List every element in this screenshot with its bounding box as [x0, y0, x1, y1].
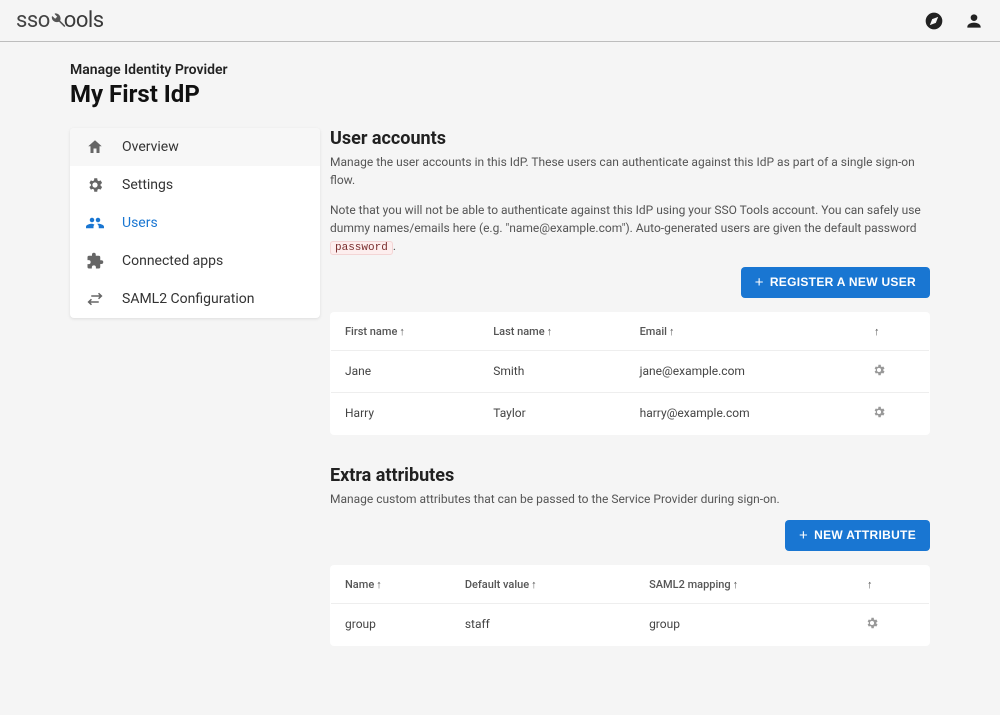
cell-first-name: Harry: [331, 392, 480, 434]
cell-email: jane@example.com: [626, 350, 858, 392]
sidebar-item-label: Settings: [122, 177, 173, 193]
attrs-desc: Manage custom attributes that can be pas…: [330, 490, 930, 508]
users-desc: Manage the user accounts in this IdP. Th…: [330, 153, 930, 189]
topbar: sso ools: [0, 0, 1000, 42]
sidebar: Overview Settings Users Connected apps: [70, 128, 320, 318]
new-attribute-label: NEW ATTRIBUTE: [814, 528, 916, 542]
table-row: group staff group: [331, 603, 930, 645]
col-actions: ↑: [851, 565, 929, 603]
attributes-section: Extra attributes Manage custom attribute…: [330, 465, 930, 646]
page-header: Manage Identity Provider My First IdP: [70, 62, 930, 128]
row-settings-button[interactable]: [851, 603, 929, 645]
register-user-label: REGISTER A NEW USER: [770, 275, 916, 289]
cell-last-name: Taylor: [479, 392, 625, 434]
col-email[interactable]: Email↑: [626, 312, 858, 350]
sidebar-item-saml2[interactable]: SAML2 Configuration: [70, 280, 320, 318]
col-attr-default[interactable]: Default value↑: [451, 565, 635, 603]
logo-text-2: ools: [64, 8, 104, 33]
wrench-icon: [48, 11, 66, 29]
cell-attr-mapping: group: [635, 603, 851, 645]
attributes-table: Name↑ Default value↑ SAML2 mapping↑ ↑ gr…: [330, 565, 930, 646]
users-section: User accounts Manage the user accounts i…: [330, 128, 930, 435]
sort-up-icon: ↑: [733, 578, 739, 591]
sort-up-icon: ↑: [669, 325, 675, 338]
table-row: Jane Smith jane@example.com: [331, 350, 930, 392]
register-user-button[interactable]: + REGISTER A NEW USER: [741, 267, 930, 298]
cell-last-name: Smith: [479, 350, 625, 392]
home-icon: [86, 138, 104, 156]
users-table: First name↑ Last name↑ Email↑ ↑ Jane Smi…: [330, 312, 930, 435]
sidebar-item-label: Users: [122, 215, 158, 231]
main-content: User accounts Manage the user accounts i…: [330, 128, 930, 676]
col-actions: ↑: [858, 312, 930, 350]
sidebar-item-label: Overview: [122, 139, 179, 155]
sidebar-item-connected-apps[interactable]: Connected apps: [70, 242, 320, 280]
logo[interactable]: sso ools: [16, 8, 104, 33]
page-title: My First IdP: [70, 80, 930, 108]
account-icon[interactable]: [964, 11, 984, 31]
page-subtitle: Manage Identity Provider: [70, 62, 930, 78]
new-attribute-button[interactable]: + NEW ATTRIBUTE: [785, 520, 930, 551]
sort-up-icon: ↑: [531, 578, 537, 591]
cell-attr-default: staff: [451, 603, 635, 645]
password-code: password: [330, 241, 393, 255]
sort-up-icon: ↑: [874, 325, 880, 338]
sort-up-icon: ↑: [867, 578, 873, 591]
logo-text-1: sso: [16, 8, 50, 33]
sidebar-item-settings[interactable]: Settings: [70, 166, 320, 204]
col-last-name[interactable]: Last name↑: [479, 312, 625, 350]
row-settings-button[interactable]: [858, 392, 930, 434]
col-attr-mapping[interactable]: SAML2 mapping↑: [635, 565, 851, 603]
col-first-name[interactable]: First name↑: [331, 312, 480, 350]
sort-up-icon: ↑: [376, 578, 382, 591]
sidebar-item-label: Connected apps: [122, 253, 223, 269]
sidebar-item-users[interactable]: Users: [70, 204, 320, 242]
users-title: User accounts: [330, 128, 930, 149]
users-note: Note that you will not be able to authen…: [330, 201, 930, 257]
sort-up-icon: ↑: [399, 325, 405, 338]
extension-icon: [86, 252, 104, 270]
explore-icon[interactable]: [924, 11, 944, 31]
plus-icon: +: [755, 275, 764, 290]
cell-attr-name: group: [331, 603, 451, 645]
attrs-title: Extra attributes: [330, 465, 930, 486]
sidebar-item-label: SAML2 Configuration: [122, 291, 255, 307]
cell-first-name: Jane: [331, 350, 480, 392]
swap-icon: [86, 290, 104, 308]
plus-icon: +: [799, 528, 808, 543]
sort-up-icon: ↑: [547, 325, 553, 338]
col-attr-name[interactable]: Name↑: [331, 565, 451, 603]
table-row: Harry Taylor harry@example.com: [331, 392, 930, 434]
row-settings-button[interactable]: [858, 350, 930, 392]
cell-email: harry@example.com: [626, 392, 858, 434]
sidebar-item-overview[interactable]: Overview: [70, 128, 320, 166]
gear-icon: [86, 176, 104, 194]
users-icon: [86, 214, 104, 232]
